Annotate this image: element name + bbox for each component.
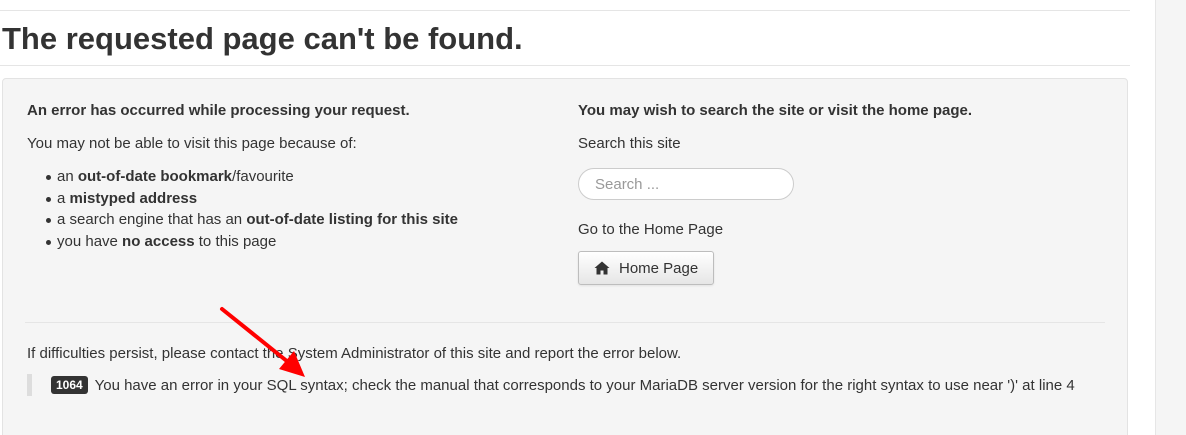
error-message: 1064 You have an error in your SQL synta… [51,374,1107,396]
list-item: an out-of-date bookmark/favourite [46,166,547,188]
home-page-button[interactable]: Home Page [578,251,715,285]
search-home-column: You may wish to search the site or visit… [578,101,1098,285]
right-sidebar-strip [1155,0,1186,435]
search-label: Search this site [578,135,681,152]
top-divider [0,10,1130,11]
error-panel: An error has occurred while processing y… [2,78,1128,435]
persist-message: If difficulties persist, please contact … [27,345,682,362]
error-heading: An error has occurred while processing y… [27,102,410,119]
list-item: a search engine that has an out-of-date … [46,209,547,231]
search-input[interactable] [578,168,794,200]
reasons-list: an out-of-date bookmark/favourite a mist… [27,166,547,252]
error-page: The requested page can't be found. An er… [0,0,1186,435]
error-text: You have an error in your SQL syntax; ch… [94,377,1075,394]
search-heading: You may wish to search the site or visit… [578,102,972,119]
list-item: a mistyped address [46,188,547,210]
error-blockquote: 1064 You have an error in your SQL synta… [27,374,1107,396]
error-reasons-column: An error has occurred while processing y… [27,101,547,252]
page-title: The requested page can't be found. [2,21,523,56]
home-label: Go to the Home Page [578,221,724,238]
list-item: you have no access to this page [46,231,547,253]
error-code-badge: 1064 [51,376,88,394]
title-divider [0,65,1130,66]
section-divider [25,322,1105,323]
home-icon [594,261,610,275]
error-intro: You may not be able to visit this page b… [27,135,357,152]
home-page-button-label: Home Page [619,259,699,277]
